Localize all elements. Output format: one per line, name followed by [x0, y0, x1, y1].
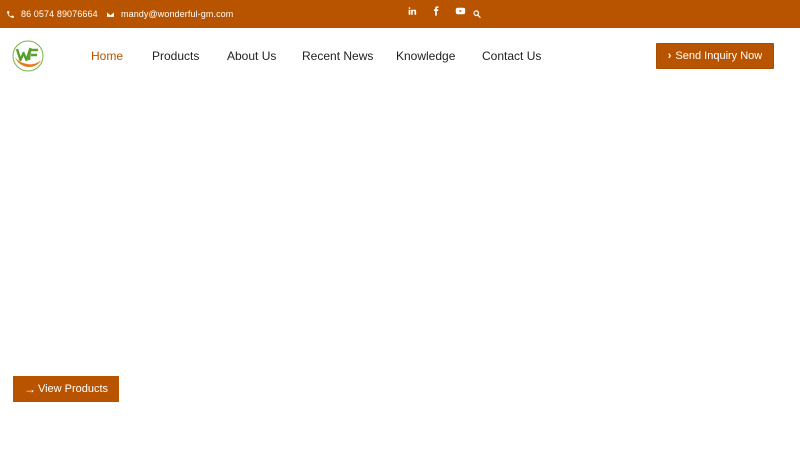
nav-contact-us[interactable]: Contact Us: [482, 28, 541, 84]
search-button[interactable]: [470, 7, 484, 21]
top-bar: 86 0574 89076664 mandy@wonderful-gm.com: [0, 0, 800, 28]
send-inquiry-button[interactable]: › Send Inquiry Now: [656, 43, 774, 69]
nav-about-us[interactable]: About Us: [227, 28, 276, 84]
nav-products[interactable]: Products: [152, 28, 199, 84]
logo-icon: [12, 40, 44, 72]
main-header: Home Products About Us Recent News Knowl…: [0, 28, 800, 84]
linkedin-icon: [408, 7, 417, 15]
youtube-link[interactable]: [453, 4, 467, 18]
nav-recent-news[interactable]: Recent News: [302, 28, 373, 84]
chevron-right-icon: ›: [667, 50, 672, 62]
phone-number: 86 0574 89076664: [21, 9, 98, 19]
search-icon: [473, 10, 481, 19]
arrow-right-icon: →: [23, 382, 36, 396]
nav-knowledge[interactable]: Knowledge: [396, 28, 455, 84]
hero-section: [0, 84, 800, 450]
send-inquiry-label: Send Inquiry Now: [675, 50, 763, 62]
facebook-icon: [433, 6, 439, 16]
view-products-label: View Products: [37, 383, 109, 395]
phone-contact[interactable]: 86 0574 89076664: [6, 0, 98, 28]
facebook-link[interactable]: [429, 4, 443, 18]
phone-icon: [7, 10, 14, 18]
site-logo[interactable]: [12, 40, 44, 72]
nav-home[interactable]: Home: [91, 28, 123, 84]
view-products-button[interactable]: → View Products: [13, 376, 119, 402]
envelope-icon: [106, 11, 115, 17]
linkedin-link[interactable]: [405, 4, 419, 18]
email-contact[interactable]: mandy@wonderful-gm.com: [106, 0, 233, 28]
youtube-icon: [455, 7, 465, 15]
email-address: mandy@wonderful-gm.com: [121, 9, 234, 19]
